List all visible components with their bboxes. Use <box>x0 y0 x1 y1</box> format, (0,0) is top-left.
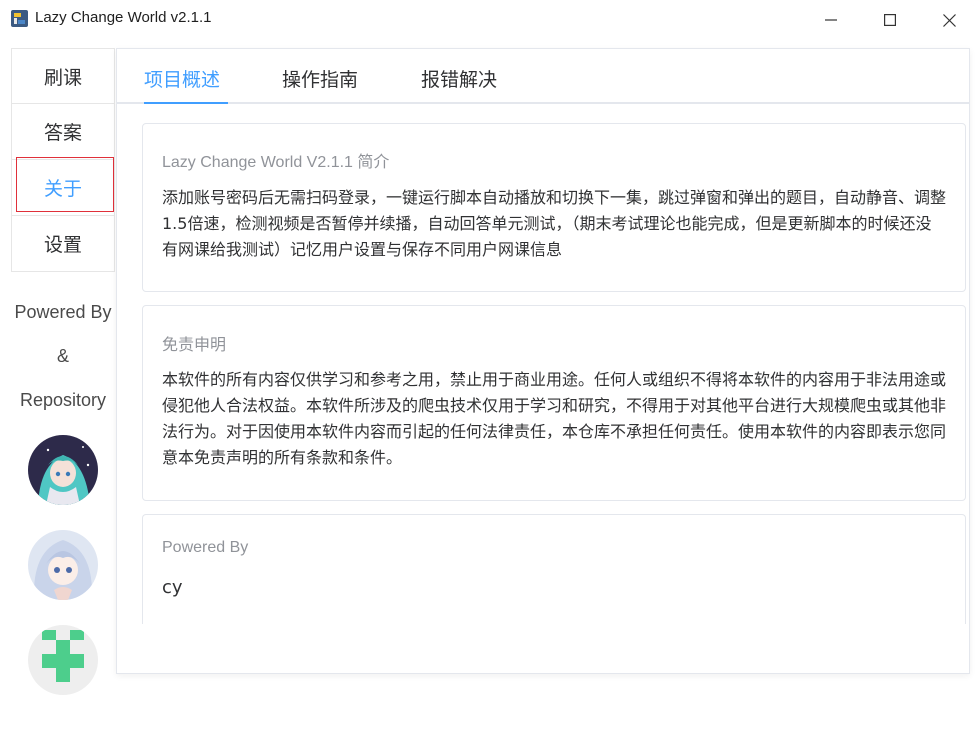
active-tab-indicator <box>144 102 228 104</box>
contributor-avatar[interactable] <box>28 530 98 600</box>
ampersand-label: & <box>56 346 69 366</box>
tab-guide[interactable]: 操作指南 <box>282 65 358 92</box>
intro-card: Lazy Change World V2.1.1 简介 添加账号密码后无需扫码登… <box>142 123 966 292</box>
identicon-icon <box>28 625 98 695</box>
tab-troubleshooting[interactable]: 报错解决 <box>421 65 497 92</box>
powered-by-card-title: Powered By <box>162 539 249 556</box>
powered-by-label: Powered By <box>14 302 112 322</box>
close-button[interactable] <box>926 0 972 40</box>
tab-overview[interactable]: 项目概述 <box>144 65 220 92</box>
anime-avatar-icon <box>28 530 98 600</box>
intro-card-title: Lazy Change World V2.1.1 简介 <box>162 154 390 171</box>
repository-avatar[interactable] <box>28 625 98 695</box>
python-app-icon <box>11 10 28 27</box>
sidebar-item-answers[interactable]: 答案 <box>11 104 115 160</box>
sidebar-item-settings[interactable]: 设置 <box>11 216 115 272</box>
disclaimer-card: 免责申明 本软件的所有内容仅供学习和参考之用，禁止用于商业用途。任何人或组织不得… <box>142 305 966 501</box>
minimize-button[interactable] <box>808 0 854 40</box>
sidebar-item-shuake[interactable]: 刷课 <box>11 48 115 104</box>
anime-avatar-icon <box>28 435 98 505</box>
powered-by-card-body: cy <box>162 577 183 598</box>
disclaimer-card-title: 免责申明 <box>162 337 227 354</box>
sidebar-item-about[interactable]: 关于 <box>11 160 115 216</box>
maximize-button[interactable] <box>867 0 913 40</box>
window-title: Lazy Change World v2.1.1 <box>35 9 212 26</box>
sidebar-nav: 刷课 答案 关于 设置 <box>11 48 115 272</box>
close-icon <box>942 13 956 27</box>
disclaimer-card-body: 本软件的所有内容仅供学习和参考之用，禁止用于商业用途。任何人或组织不得将本软件的… <box>162 370 947 467</box>
tab-bar: 项目概述 操作指南 报错解决 <box>117 49 969 104</box>
minimize-icon <box>825 19 837 21</box>
main-panel: 项目概述 操作指南 报错解决 Lazy Change World V2.1.1 … <box>116 48 970 674</box>
maximize-icon <box>884 14 896 26</box>
powered-by-block: Powered By & Repository <box>0 290 126 422</box>
contributor-avatar[interactable] <box>28 435 98 505</box>
repository-label: Repository <box>19 390 107 410</box>
title-bar: Lazy Change World v2.1.1 <box>0 0 980 40</box>
intro-card-body: 添加账号密码后无需扫码登录，一键运行脚本自动播放和切换下一集，跳过弹窗和弹出的题… <box>162 188 947 259</box>
powered-by-card: Powered By cy <box>142 514 966 624</box>
